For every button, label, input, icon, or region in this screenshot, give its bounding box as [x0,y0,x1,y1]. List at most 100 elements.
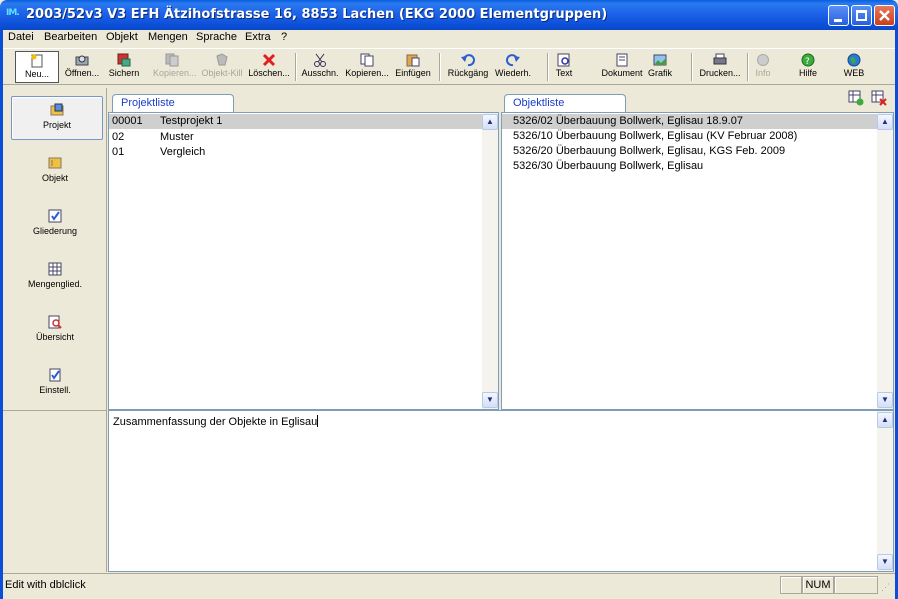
undo-icon [461,53,475,67]
object-row[interactable]: 5326/30 Überbauung Bollwerk, Eglisau [502,159,877,174]
close-icon [879,10,890,21]
nav-mengenglied[interactable]: Mengenglied. [3,256,107,300]
scroll-down-button[interactable]: ▼ [877,554,893,570]
save-button[interactable]: Sichern [107,51,141,83]
menu-help[interactable]: ? [281,31,287,43]
scroll-up-button[interactable]: ▲ [877,412,893,428]
toolbar-separator [295,53,297,81]
title-bar[interactable]: IM. 2003/52v3 V3 EFH Ätzihofstrasse 16, … [0,0,898,30]
chevron-up-icon: ▲ [486,117,494,126]
cut-button[interactable]: Ausschn. [299,51,341,83]
scroll-down-button[interactable]: ▼ [482,392,498,408]
menu-bar: Datei Bearbeiten Objekt Mengen Sprache E… [3,30,895,46]
status-num: NUM [802,576,834,594]
printer-icon [713,53,727,67]
scroll-up-button[interactable]: ▲ [482,114,498,130]
scroll-down-button[interactable]: ▼ [877,392,893,408]
minimize-icon [834,19,842,22]
new-doc-icon [30,54,44,68]
project-list-scrollbar[interactable]: ▲ ▼ [482,113,498,409]
open-button[interactable]: Öffnen... [61,51,103,83]
delete-button[interactable]: Löschen... [247,51,291,83]
undo-button[interactable]: Rückgäng [445,51,491,83]
resize-grip-icon[interactable]: ⋰ [881,582,893,594]
text-caret [317,415,319,427]
toolbar-separator [691,53,693,81]
svg-text:?: ? [805,57,810,67]
print-button[interactable]: Drucken... [697,51,743,83]
structure-icon [48,209,62,223]
menu-sprache[interactable]: Sprache [196,31,237,43]
document-icon [615,53,629,67]
project-row[interactable]: 02 Muster [109,130,482,145]
copy-project-button[interactable]: Kopieren... [153,51,197,83]
menu-bearbeiten[interactable]: Bearbeiten [44,31,97,43]
status-bar: Edit with dblclick NUM ⋰ [3,573,895,596]
scroll-up-button[interactable]: ▲ [877,114,893,130]
minimize-button[interactable] [828,5,849,26]
open-folder-icon [75,53,89,67]
nav-gliederung[interactable]: Gliederung [3,203,107,247]
description-text: Zusammenfassung der Objekte in Eglisau [113,416,318,428]
object-row[interactable]: 5326/10 Überbauung Bollwerk, Eglisau (KV… [502,129,877,144]
copy-button[interactable]: Kopieren... [345,51,389,83]
info-icon [756,53,770,67]
object-folder-icon [48,156,62,170]
left-navigation: Projekt Objekt Gliederung Mengenglied. Ü… [3,88,107,410]
paste-button[interactable]: Einfügen [393,51,433,83]
chevron-down-icon: ▼ [486,395,494,404]
add-grid-icon [848,90,864,106]
menu-datei[interactable]: Datei [8,31,34,43]
nav-einstellungen[interactable]: Einstell. [3,362,107,406]
maximize-button[interactable] [851,5,872,26]
new-button[interactable]: Neu... [15,51,59,83]
redo-icon [506,53,520,67]
text-icon [557,53,571,67]
nav-uebersicht[interactable]: Übersicht [3,309,107,353]
object-row[interactable]: 5326/02 Überbauung Bollwerk, Eglisau 18.… [502,114,877,129]
tab-projektliste[interactable]: Projektliste [112,94,234,112]
toolbar: Neu... Öffnen... Sichern Kopieren... Obj… [3,48,895,85]
object-row[interactable]: 5326/20 Überbauung Bollwerk, Eglisau, KG… [502,144,877,159]
close-button[interactable] [874,5,895,26]
menu-extra[interactable]: Extra [245,31,271,43]
add-object-button[interactable] [848,90,864,106]
quantity-grid-icon [48,262,62,276]
text-button[interactable]: Text [551,51,577,83]
document-button[interactable]: Dokument [599,51,645,83]
maximize-icon [856,10,867,21]
app-icon: IM. [6,8,20,18]
cut-icon [313,53,327,67]
toolbar-separator [547,53,549,81]
status-text: Edit with dblclick [5,579,86,591]
help-button[interactable]: ? Hilfe [795,51,821,83]
project-icon [50,103,64,117]
nav-projekt[interactable]: Projekt [11,96,103,140]
left-navigation-bottom [3,410,107,572]
menu-objekt[interactable]: Objekt [106,31,138,43]
status-cell-caps [780,576,802,594]
remove-grid-icon [871,90,887,106]
web-button[interactable]: WEB [841,51,867,83]
tab-objektliste[interactable]: Objektliste [504,94,626,112]
toolbar-separator [747,53,749,81]
nav-objekt[interactable]: Objekt [3,150,107,194]
graphic-button[interactable]: Grafik [645,51,675,83]
project-row[interactable]: 00001 Testprojekt 1 [109,114,482,129]
remove-object-button[interactable] [871,90,887,106]
info-button[interactable]: Info [751,51,775,83]
object-list-scrollbar[interactable]: ▲ ▼ [877,113,893,409]
project-list[interactable]: 00001 Testprojekt 1 02 Muster 01 Verglei… [108,112,499,410]
project-row[interactable]: 01 Vergleich [109,145,482,160]
settings-check-icon [48,368,62,382]
object-kill-button[interactable]: Objekt-Kill [199,51,245,83]
object-list[interactable]: 5326/02 Überbauung Bollwerk, Eglisau 18.… [501,112,894,410]
graphic-icon [653,53,667,67]
redo-button[interactable]: Wiederh. [493,51,533,83]
copy-icon [165,53,179,67]
description-scrollbar[interactable]: ▲ ▼ [877,411,893,571]
help-icon: ? [801,53,815,67]
chevron-up-icon: ▲ [881,415,889,424]
description-textarea[interactable]: Zusammenfassung der Objekte in Eglisau ▲… [108,410,894,572]
menu-mengen[interactable]: Mengen [148,31,188,43]
